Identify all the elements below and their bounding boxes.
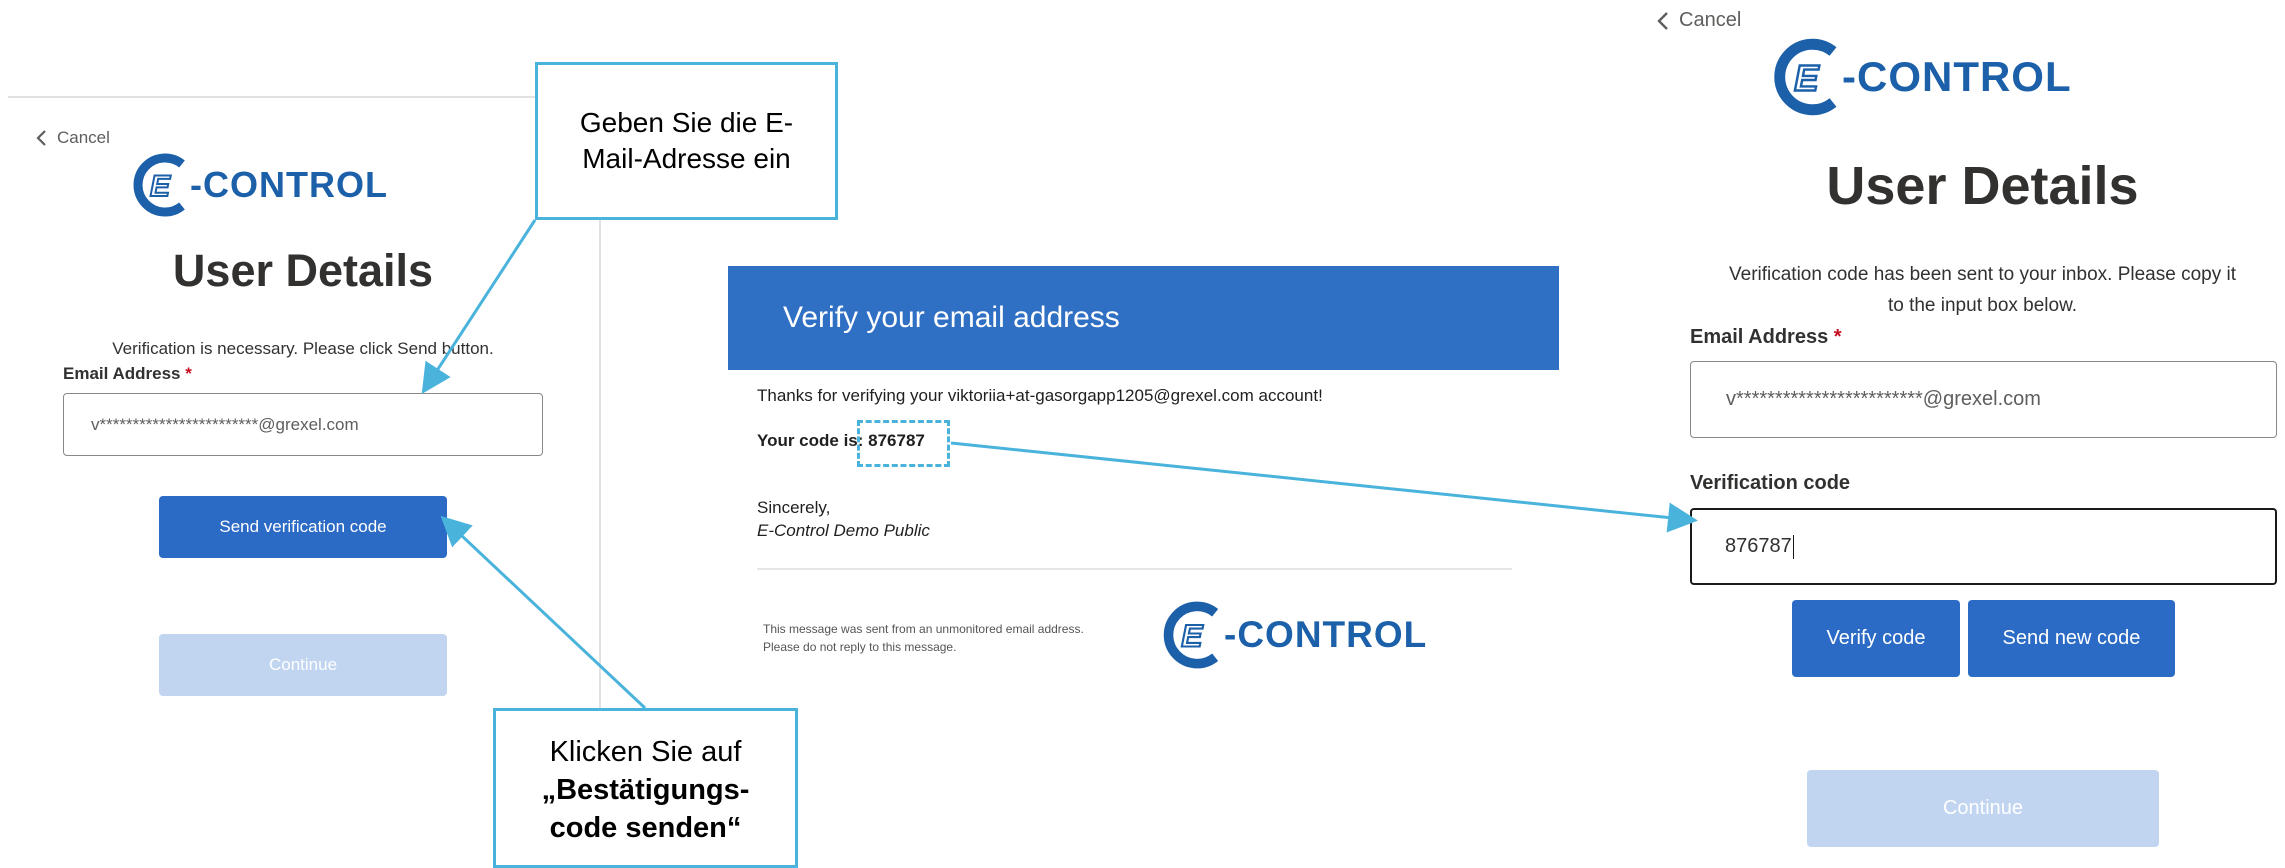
callout-enter-email-line-2: Mail-Adresse ein xyxy=(582,143,791,174)
text-caret xyxy=(1792,534,1795,559)
email-header-title: Verify your email address xyxy=(783,301,1120,334)
verify-code-button[interactable]: Verify code xyxy=(1792,600,1960,677)
chevron-left-icon xyxy=(36,129,47,147)
left-email-label: Email Address * xyxy=(63,364,192,383)
logo-wordmark: -CONTROL xyxy=(190,164,388,205)
callout-enter-email-line-1: Geben Sie die E- xyxy=(579,107,794,138)
email-value: v************************@grexel.com xyxy=(91,414,359,434)
callout-enter-email: Geben Sie die E- Mail-Adresse ein xyxy=(535,62,838,220)
chevron-left-icon xyxy=(1657,11,1669,31)
callout-click-line-1: Klicken Sie auf xyxy=(549,736,742,768)
email-footer-divider xyxy=(757,568,1512,570)
e-control-logo-mark-icon: E xyxy=(1163,601,1219,669)
email-sign-off: Sincerely, xyxy=(757,498,831,517)
arrow-to-code-input xyxy=(950,441,1698,533)
arrow-to-send-button xyxy=(440,515,647,710)
verification-code-label: Verification code xyxy=(1690,472,1851,494)
right-info-line-1: Verification code has been sent to your … xyxy=(1729,264,2236,285)
left-e-control-logo: E -CONTROL xyxy=(130,152,388,218)
send-new-code-button[interactable]: Send new code xyxy=(1968,600,2175,677)
right-continue-button: Continue xyxy=(1807,770,2159,847)
email-footer-line-1: This message was sent from an unmonitore… xyxy=(763,622,1084,636)
right-e-control-logo: E -CONTROL xyxy=(1770,37,2072,117)
callout-click-line-2: „Bestätigungs- xyxy=(541,774,750,806)
left-top-divider xyxy=(8,96,553,98)
svg-text:E: E xyxy=(1181,618,1203,654)
email-e-control-logo: E -CONTROL xyxy=(1160,600,1427,670)
code-highlight-box xyxy=(857,420,950,467)
email-header-banner: Verify your email address xyxy=(728,266,1559,370)
e-control-logo-mark-icon: E xyxy=(1774,38,1837,116)
right-cancel-link[interactable]: Cancel xyxy=(1657,9,1741,32)
e-control-logo-mark-icon: E xyxy=(133,153,185,217)
cancel-label: Cancel xyxy=(57,128,110,147)
right-email-input[interactable]: v************************@grexel.com xyxy=(1690,361,2277,438)
right-email-label: Email Address * xyxy=(1690,326,1842,348)
cancel-label: Cancel xyxy=(1679,9,1742,31)
callout-click-line-3: code senden“ xyxy=(549,812,742,844)
left-cancel-link[interactable]: Cancel xyxy=(36,128,110,148)
left-continue-button: Continue xyxy=(159,634,447,696)
callout-click-send: Klicken Sie auf „Bestätigungs- code send… xyxy=(493,708,798,868)
logo-wordmark: -CONTROL xyxy=(1842,53,2072,100)
verification-code-input[interactable]: 876787 xyxy=(1690,508,2277,585)
email-footer-line-2: Please do not reply to this message. xyxy=(763,640,957,654)
send-verification-code-button[interactable]: Send verification code xyxy=(159,496,447,558)
left-email-input[interactable]: v************************@grexel.com xyxy=(63,393,543,456)
left-info-text: Verification is necessary. Please click … xyxy=(112,339,494,358)
email-thanks-line: Thanks for verifying your viktoriia+at-g… xyxy=(757,386,1323,405)
right-info-line-2: to the input box below. xyxy=(1887,295,2078,316)
svg-text:E: E xyxy=(150,170,171,203)
email-value: v************************@grexel.com xyxy=(1726,388,2041,410)
email-sender: E-Control Demo Public xyxy=(757,521,930,540)
right-page-title: User Details xyxy=(1826,156,2139,216)
svg-text:E: E xyxy=(1794,57,1820,98)
left-page-title: User Details xyxy=(172,245,434,296)
verification-code-value: 876787 xyxy=(1725,535,1792,557)
logo-wordmark: -CONTROL xyxy=(1224,614,1428,655)
